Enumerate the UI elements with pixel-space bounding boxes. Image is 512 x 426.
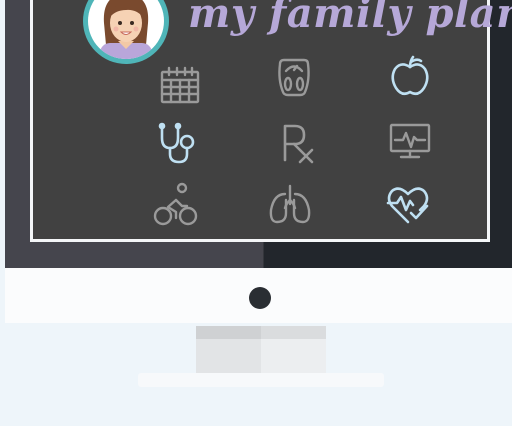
monitor-base bbox=[138, 373, 384, 387]
apple-icon[interactable] bbox=[385, 52, 435, 102]
monitor-screen: my family plan bbox=[30, 0, 512, 242]
monitor-logo-dot bbox=[249, 287, 271, 309]
lungs-icon[interactable] bbox=[265, 180, 315, 230]
avatar[interactable] bbox=[83, 0, 169, 64]
app-title: my family plan bbox=[188, 0, 512, 37]
heart-check-icon[interactable] bbox=[383, 180, 433, 230]
scale-icon[interactable] bbox=[269, 54, 319, 104]
woman-avatar-icon bbox=[100, 0, 152, 59]
stethoscope-icon[interactable] bbox=[153, 118, 203, 168]
cycling-icon[interactable] bbox=[151, 180, 201, 230]
calendar-icon[interactable] bbox=[155, 62, 205, 112]
prescription-rx-icon[interactable] bbox=[273, 118, 323, 168]
avatar-portrait bbox=[88, 0, 164, 59]
monitor-stand-shade bbox=[261, 326, 326, 373]
monitor-pulse-icon[interactable] bbox=[385, 116, 435, 166]
